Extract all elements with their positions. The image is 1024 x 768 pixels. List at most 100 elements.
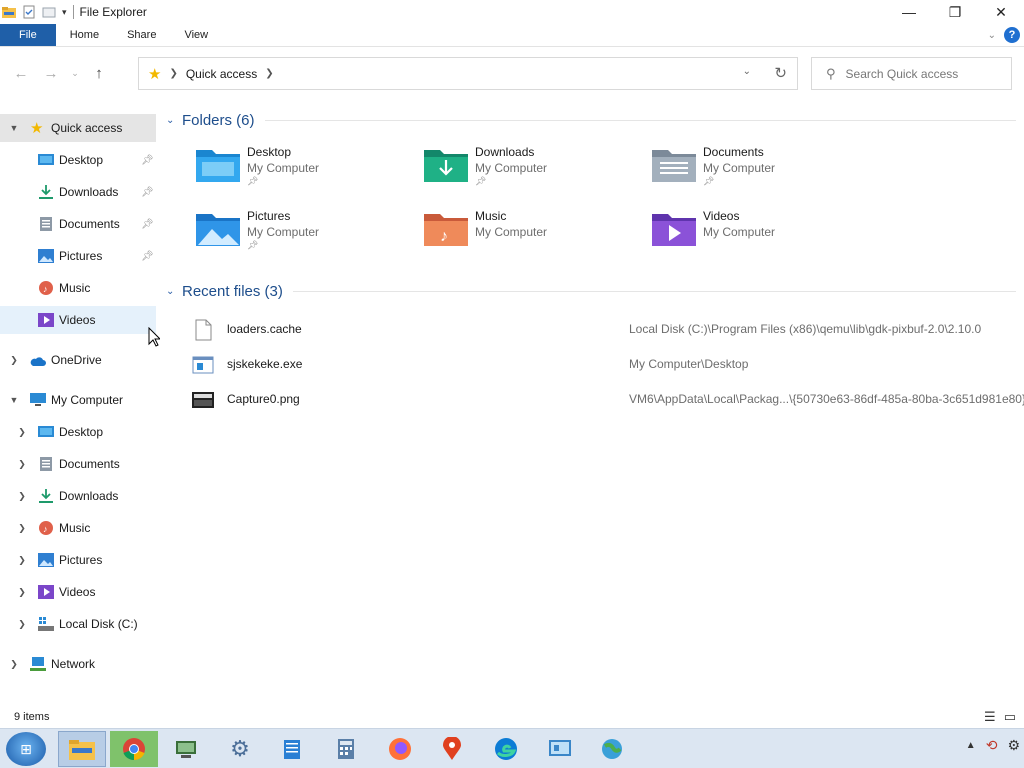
address-dropdown-icon[interactable]: ⌄ [743, 66, 751, 77]
nav-qa-downloads[interactable]: Downloads 📌︎ [0, 178, 156, 206]
tab-view[interactable]: View [170, 24, 222, 46]
taskbar-notepad[interactable] [268, 731, 316, 767]
nav-onedrive[interactable]: ❯ OneDrive [0, 346, 156, 374]
videos-folder-icon [652, 214, 696, 246]
up-button[interactable]: ↑ [86, 60, 112, 86]
expand-chevron-icon[interactable]: ❯ [16, 523, 28, 534]
taskbar-device-manager[interactable] [162, 731, 210, 767]
expand-chevron-icon[interactable]: ❯ [16, 459, 28, 470]
help-button[interactable]: ? [1004, 27, 1020, 43]
folder-tile-documents[interactable]: Documents My Computer 📌︎ [652, 145, 872, 202]
breadcrumb-chevron-icon[interactable]: ❯ [265, 68, 273, 79]
expand-chevron-icon[interactable]: ❯ [16, 555, 28, 566]
expand-chevron-icon[interactable]: ❯ [16, 491, 28, 502]
nav-mc-music[interactable]: ❯ ♪ Music [0, 514, 156, 542]
recent-file-row[interactable]: loaders.cache Local Disk (C:)\Program Fi… [192, 316, 1022, 342]
details-view-icon[interactable]: ☰ [984, 709, 996, 725]
tab-share[interactable]: Share [113, 24, 170, 46]
nav-qa-music[interactable]: ♪ Music [0, 274, 156, 302]
recent-locations-button[interactable]: ⌄ [68, 60, 82, 86]
collapse-chevron-icon[interactable]: ⌄ [166, 115, 180, 126]
recent-file-row[interactable]: Capture0.png VM6\AppData\Local\Packag...… [192, 386, 1024, 412]
folder-tile-videos[interactable]: Videos My Computer [652, 209, 872, 266]
tray-settings-icon[interactable]: ⚙ [1007, 737, 1020, 754]
nav-quick-access[interactable]: ▼ ★ Quick access [0, 114, 156, 142]
expand-chevron-icon[interactable]: ❯ [8, 355, 20, 366]
tab-home[interactable]: Home [56, 24, 113, 46]
up-arrow-icon: ↑ [95, 64, 103, 82]
close-button[interactable]: ✕ [978, 0, 1024, 24]
collapse-chevron-icon[interactable]: ▼ [8, 395, 20, 405]
nav-mc-desktop[interactable]: ❯ Desktop [0, 418, 156, 446]
taskbar-edge[interactable] [482, 731, 530, 767]
folder-tile-pictures[interactable]: Pictures My Computer 📌︎ [196, 209, 416, 266]
taskbar-calculator[interactable] [322, 731, 370, 767]
expand-chevron-icon[interactable]: ❯ [16, 587, 28, 598]
title-bar: ▾ File Explorer — ❐ ✕ [0, 0, 1024, 24]
nav-mc-downloads[interactable]: ❯ Downloads [0, 482, 156, 510]
pin-icon[interactable]: 📌︎ [141, 219, 154, 230]
taskbar-maps[interactable] [428, 731, 476, 767]
expand-chevron-icon[interactable]: ❯ [8, 659, 20, 670]
expand-chevron-icon[interactable]: ❯ [16, 619, 28, 630]
taskbar-chrome[interactable] [110, 731, 158, 767]
search-box[interactable]: ⚲ Search Quick access [811, 57, 1012, 90]
items-count: 9 items [14, 711, 50, 723]
tab-file[interactable]: File [0, 24, 56, 46]
nav-mc-videos[interactable]: ❯ Videos [0, 578, 156, 606]
qat-dropdown-icon[interactable]: ▾ [62, 7, 67, 18]
nav-network[interactable]: ❯ Network [0, 650, 156, 678]
recent-files-group-header[interactable]: ⌄ Recent files (3) [166, 283, 1016, 300]
address-bar[interactable]: ★ ❯ Quick access ❯ ⌄ ↻ [138, 57, 798, 90]
forward-button[interactable]: → [38, 60, 64, 86]
folder-name: Pictures [247, 209, 291, 223]
svg-text:♪: ♪ [43, 524, 48, 534]
recent-file-row[interactable]: sjskekeke.exe My Computer\Desktop [192, 351, 1022, 377]
folder-tile-downloads[interactable]: Downloads My Computer 📌︎ [424, 145, 644, 202]
taskbar-control-panel[interactable] [536, 731, 584, 767]
nav-qa-videos[interactable]: Videos [0, 306, 156, 334]
folder-app-icon [2, 7, 16, 18]
refresh-icon[interactable]: ↻ [774, 64, 787, 82]
nav-my-computer[interactable]: ▼ My Computer [0, 386, 156, 414]
back-button[interactable]: ← [8, 60, 34, 86]
taskbar-firefox[interactable] [376, 731, 424, 767]
nav-qa-documents[interactable]: Documents 📌︎ [0, 210, 156, 238]
expand-ribbon-icon[interactable]: ⌄ [988, 30, 996, 41]
edge-icon [495, 738, 517, 760]
window-title: File Explorer [72, 5, 147, 19]
firefox-icon [389, 738, 411, 760]
folders-group-header[interactable]: ⌄ Folders (6) [166, 112, 1016, 129]
taskbar-file-explorer[interactable] [58, 731, 106, 767]
taskbar-network[interactable] [588, 731, 636, 767]
breadcrumb-quick-access[interactable]: Quick access [186, 67, 257, 81]
start-button[interactable]: ⊞ [6, 732, 46, 766]
pin-icon[interactable]: 📌︎ [141, 187, 154, 198]
settings-icon: ⚙ [230, 736, 250, 761]
collapse-chevron-icon[interactable]: ⌄ [166, 286, 180, 297]
pictures-folder-icon [196, 214, 240, 246]
large-icons-view-icon[interactable]: ▭ [1004, 709, 1016, 725]
sync-status-icon[interactable]: ⟲ [986, 737, 998, 754]
new-folder-icon[interactable] [42, 5, 56, 19]
collapse-chevron-icon[interactable]: ▼ [8, 123, 20, 133]
nav-label: Documents [59, 217, 120, 231]
folder-tile-music[interactable]: ♪ Music My Computer [424, 209, 644, 266]
nav-qa-pictures[interactable]: Pictures 📌︎ [0, 242, 156, 270]
nav-qa-desktop[interactable]: Desktop 📌︎ [0, 146, 156, 174]
nav-mc-pictures[interactable]: ❯ Pictures [0, 546, 156, 574]
show-hidden-icons-icon[interactable]: ▲ [966, 740, 976, 751]
taskbar-settings[interactable]: ⚙ [216, 731, 264, 767]
minimize-button[interactable]: — [886, 0, 932, 24]
nav-mc-documents[interactable]: ❯ Documents [0, 450, 156, 478]
desktop-icon [38, 154, 54, 165]
properties-icon[interactable] [22, 5, 36, 19]
expand-chevron-icon[interactable]: ❯ [16, 427, 28, 438]
nav-label: Downloads [59, 489, 119, 503]
pin-icon[interactable]: 📌︎ [141, 155, 154, 166]
folder-tile-desktop[interactable]: Desktop My Computer 📌︎ [196, 145, 416, 202]
pin-icon[interactable]: 📌︎ [141, 251, 154, 262]
nav-mc-local-disk[interactable]: ❯ Local Disk (C:) [0, 610, 156, 638]
maximize-button[interactable]: ❐ [932, 0, 978, 24]
file-name: sjskekeke.exe [227, 357, 303, 371]
